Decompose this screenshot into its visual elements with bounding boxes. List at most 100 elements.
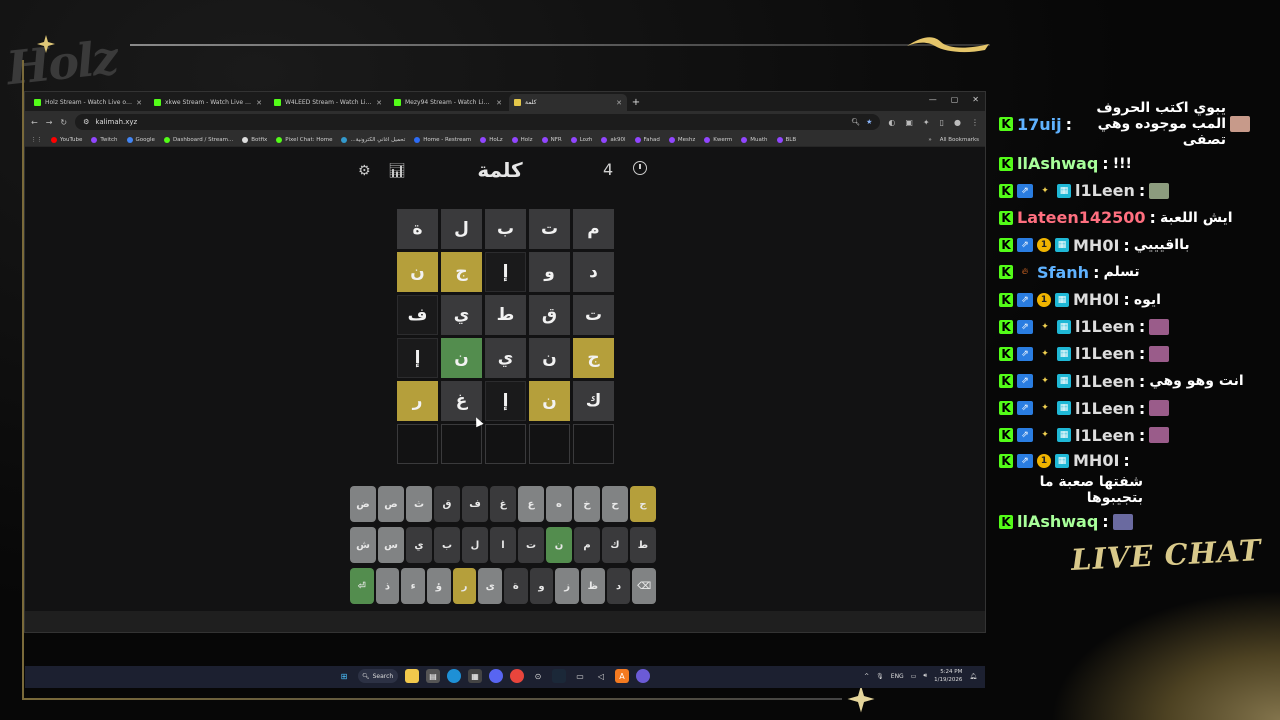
store-icon[interactable]: ▤ [426,669,440,683]
app-icon[interactable]: A [615,669,629,683]
key[interactable]: ص [378,486,404,522]
chrome-icon[interactable] [510,669,524,683]
chat-username[interactable]: MH0I [1073,451,1119,470]
key[interactable]: س [378,527,404,563]
tab-close-icon[interactable]: ✕ [376,99,382,107]
key[interactable]: ؤ [426,568,451,604]
key[interactable]: ه [546,486,572,522]
language-indicator[interactable]: ENG [891,673,904,680]
file-explorer-icon[interactable] [405,669,419,683]
key[interactable]: ف [462,486,488,522]
bookmark-item[interactable]: Google [126,136,155,143]
chat-username[interactable]: l1Leen [1075,344,1135,363]
bookmark-item[interactable]: YouTube [51,136,82,143]
chat-username[interactable]: 17uij [1017,115,1062,134]
key[interactable]: ك [602,527,628,563]
extensions-puzzle-icon[interactable]: ✦ [923,118,930,127]
key[interactable]: غ [490,486,516,522]
apps-icon[interactable]: ⋮⋮ [31,137,42,143]
chevron-right-icon[interactable]: » [928,137,931,143]
key[interactable]: ى [478,568,502,604]
bookmark-item[interactable]: Twitch [91,136,118,143]
bookmark-item[interactable]: Pixel Chat: Home [276,136,332,143]
key[interactable]: د [606,568,631,604]
extension-icon[interactable]: ▣ [905,118,913,127]
timer-icon[interactable] [633,161,647,175]
discord-icon[interactable] [489,669,503,683]
key[interactable]: خ [574,486,600,522]
chat-username[interactable]: l1Leen [1075,426,1135,445]
minimize-icon[interactable]: — [929,95,937,104]
key[interactable]: ع [518,486,544,522]
app-icon[interactable]: ▭ [573,669,587,683]
tab-close-icon[interactable]: ✕ [616,99,622,107]
bookmark-item[interactable]: Muath [741,136,768,143]
calculator-icon[interactable]: ▦ [468,669,482,683]
key[interactable]: م [574,527,600,563]
tab-close-icon[interactable]: ✕ [496,99,502,107]
key[interactable]: ب [434,527,460,563]
menu-icon[interactable]: ⋮ [971,118,979,127]
windows-start-icon[interactable]: ⊞ [337,669,351,683]
volume-icon[interactable]: 🔊︎ [923,672,927,680]
key[interactable]: ر [452,568,477,604]
bookmark-item[interactable]: HoLz [480,136,503,143]
profile-avatar[interactable]: ● [954,118,961,127]
key[interactable]: ح [602,486,628,522]
browser-tab[interactable]: Mezy94 Stream - Watch Live on ✕ [389,94,507,111]
browser-tab[interactable]: كلمة ✕ [509,94,627,111]
settings-icon[interactable]: ⚙ [358,163,371,179]
chat-username[interactable]: Lateen142500 [1017,208,1146,227]
browser-tab[interactable]: Holz Stream - Watch Live on Ki ✕ [29,94,147,111]
bookmark-star-icon[interactable]: ★ [866,118,872,126]
stats-icon[interactable]: 📊︎ [388,163,406,179]
chat-username[interactable]: l1Leen [1075,372,1135,391]
chat-username[interactable]: l1Leen [1075,399,1135,418]
chevron-up-icon[interactable]: ^ [864,673,869,680]
edge-icon[interactable] [447,669,461,683]
address-bar[interactable]: ⚙ kalimah.xyz 🔍︎ ★ [75,114,881,130]
key[interactable]: ج [630,486,656,522]
chat-username[interactable]: llAshwaq [1017,154,1098,173]
extension-icon[interactable]: ◐ [888,118,895,127]
chat-username[interactable]: llAshwaq [1017,512,1098,531]
obs-icon[interactable]: ⊙ [531,669,545,683]
key[interactable]: ا [490,527,516,563]
tab-close-icon[interactable]: ✕ [256,99,262,107]
reload-icon[interactable]: ↻ [60,118,67,127]
bookmark-item[interactable]: ...تحميل اغاني الكترونية [341,136,405,143]
back-icon[interactable]: ← [31,118,38,127]
key[interactable]: ل [462,527,488,563]
browser-tab[interactable]: W4LEED Stream - Watch Live on✕ [269,94,387,111]
bookmark-item[interactable]: Fahad [634,136,660,143]
chat-username[interactable]: MH0I [1073,290,1119,309]
key[interactable]: ء [401,568,425,604]
network-icon[interactable]: ▭ [911,673,917,680]
all-bookmarks-button[interactable]: All Bookmarks [940,137,979,143]
bookmark-item[interactable]: ak90l [601,136,626,143]
maximize-icon[interactable]: ▢ [951,95,959,104]
chat-username[interactable]: MH0I [1073,236,1119,255]
bookmark-item[interactable]: Meshz [668,136,695,143]
capcut-icon[interactable]: ◁ [594,669,608,683]
backspace-key[interactable]: ⌫ [632,568,657,604]
clock[interactable]: 5:24 PM 1/19/2026 [934,668,962,684]
chat-username[interactable]: l1Leen [1075,181,1135,200]
key[interactable]: ي [406,527,432,563]
taskbar-search[interactable]: 🔍︎ Search [358,669,398,683]
bookmark-item[interactable]: Kwerm [704,136,732,143]
site-info-icon[interactable]: ⚙ [83,118,89,126]
key[interactable]: ث [406,486,432,522]
bookmark-item[interactable]: Dashboard / Stream... [163,136,233,143]
bookmark-item[interactable]: Botfix [242,136,267,143]
steam-icon[interactable] [552,669,566,683]
zoom-icon[interactable]: 🔍︎ [851,118,860,126]
key[interactable]: ن [546,527,572,563]
chat-username[interactable]: l1Leen [1075,317,1135,336]
forward-icon[interactable]: → [46,118,53,127]
key[interactable]: ة [504,568,528,604]
notification-bell-icon[interactable]: 🔔︎ [969,673,977,680]
key[interactable]: ظ [581,568,605,604]
bookmark-item[interactable]: Home - Restream [414,136,471,143]
key[interactable]: ش [350,527,376,563]
